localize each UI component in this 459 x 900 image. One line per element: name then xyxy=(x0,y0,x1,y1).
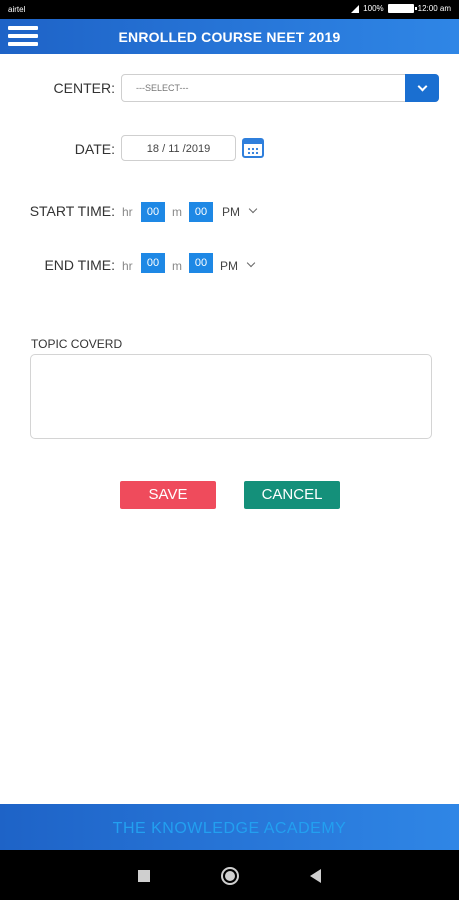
center-label: CENTER: xyxy=(53,80,115,96)
date-label: DATE: xyxy=(74,141,115,157)
clock: 12:00 am xyxy=(417,4,451,13)
cancel-button[interactable]: CANCEL xyxy=(244,481,340,509)
save-button[interactable]: SAVE xyxy=(120,481,216,509)
date-field[interactable]: 18 / 11 /2019 xyxy=(121,135,236,161)
end-time-label: END TIME: xyxy=(44,257,115,273)
footer-brand: THE KNOWLEDGE ACADEMY xyxy=(112,820,347,837)
start-period-select[interactable]: PM xyxy=(222,205,240,219)
chevron-down-icon[interactable] xyxy=(246,258,256,268)
start-minute-unit: m xyxy=(172,205,182,219)
start-hour-unit: hr xyxy=(122,205,133,219)
end-hour-input[interactable]: 00 xyxy=(141,253,165,273)
chevron-down-icon xyxy=(417,81,427,91)
home-icon[interactable] xyxy=(221,867,239,885)
center-dropdown-button[interactable] xyxy=(405,74,439,102)
start-time-label: START TIME: xyxy=(29,203,115,219)
end-minute-unit: m xyxy=(172,259,182,273)
end-minute-input[interactable]: 00 xyxy=(189,253,213,273)
status-bar: airtel 100% 12:00 am xyxy=(0,0,459,19)
end-hour-unit: hr xyxy=(122,259,133,273)
start-hour-input[interactable]: 00 xyxy=(141,202,165,222)
end-period-select[interactable]: PM xyxy=(220,259,238,273)
center-select-value: ---SELECT--- xyxy=(136,83,189,93)
calendar-icon[interactable] xyxy=(242,138,264,158)
center-select[interactable]: ---SELECT--- xyxy=(121,74,439,102)
date-value: 18 / 11 /2019 xyxy=(146,143,211,155)
recent-apps-icon[interactable] xyxy=(138,870,150,882)
footer: THE KNOWLEDGE ACADEMY xyxy=(0,804,459,850)
page-title: ENROLLED COURSE NEET 2019 xyxy=(118,29,341,45)
signal-icon xyxy=(351,4,360,13)
app-bar: ENROLLED COURSE NEET 2019 xyxy=(0,19,459,54)
battery-percent: 100% xyxy=(363,4,384,13)
chevron-down-icon[interactable] xyxy=(248,204,258,214)
carrier-name: airtel xyxy=(8,5,26,14)
battery-icon xyxy=(387,4,417,13)
topic-label: TOPIC COVERD xyxy=(31,337,123,351)
system-nav-bar xyxy=(0,850,459,900)
back-icon[interactable] xyxy=(310,869,321,883)
status-icons: 100% 12:00 am xyxy=(351,4,451,13)
start-minute-input[interactable]: 00 xyxy=(189,202,213,222)
topic-textarea[interactable] xyxy=(30,354,432,439)
